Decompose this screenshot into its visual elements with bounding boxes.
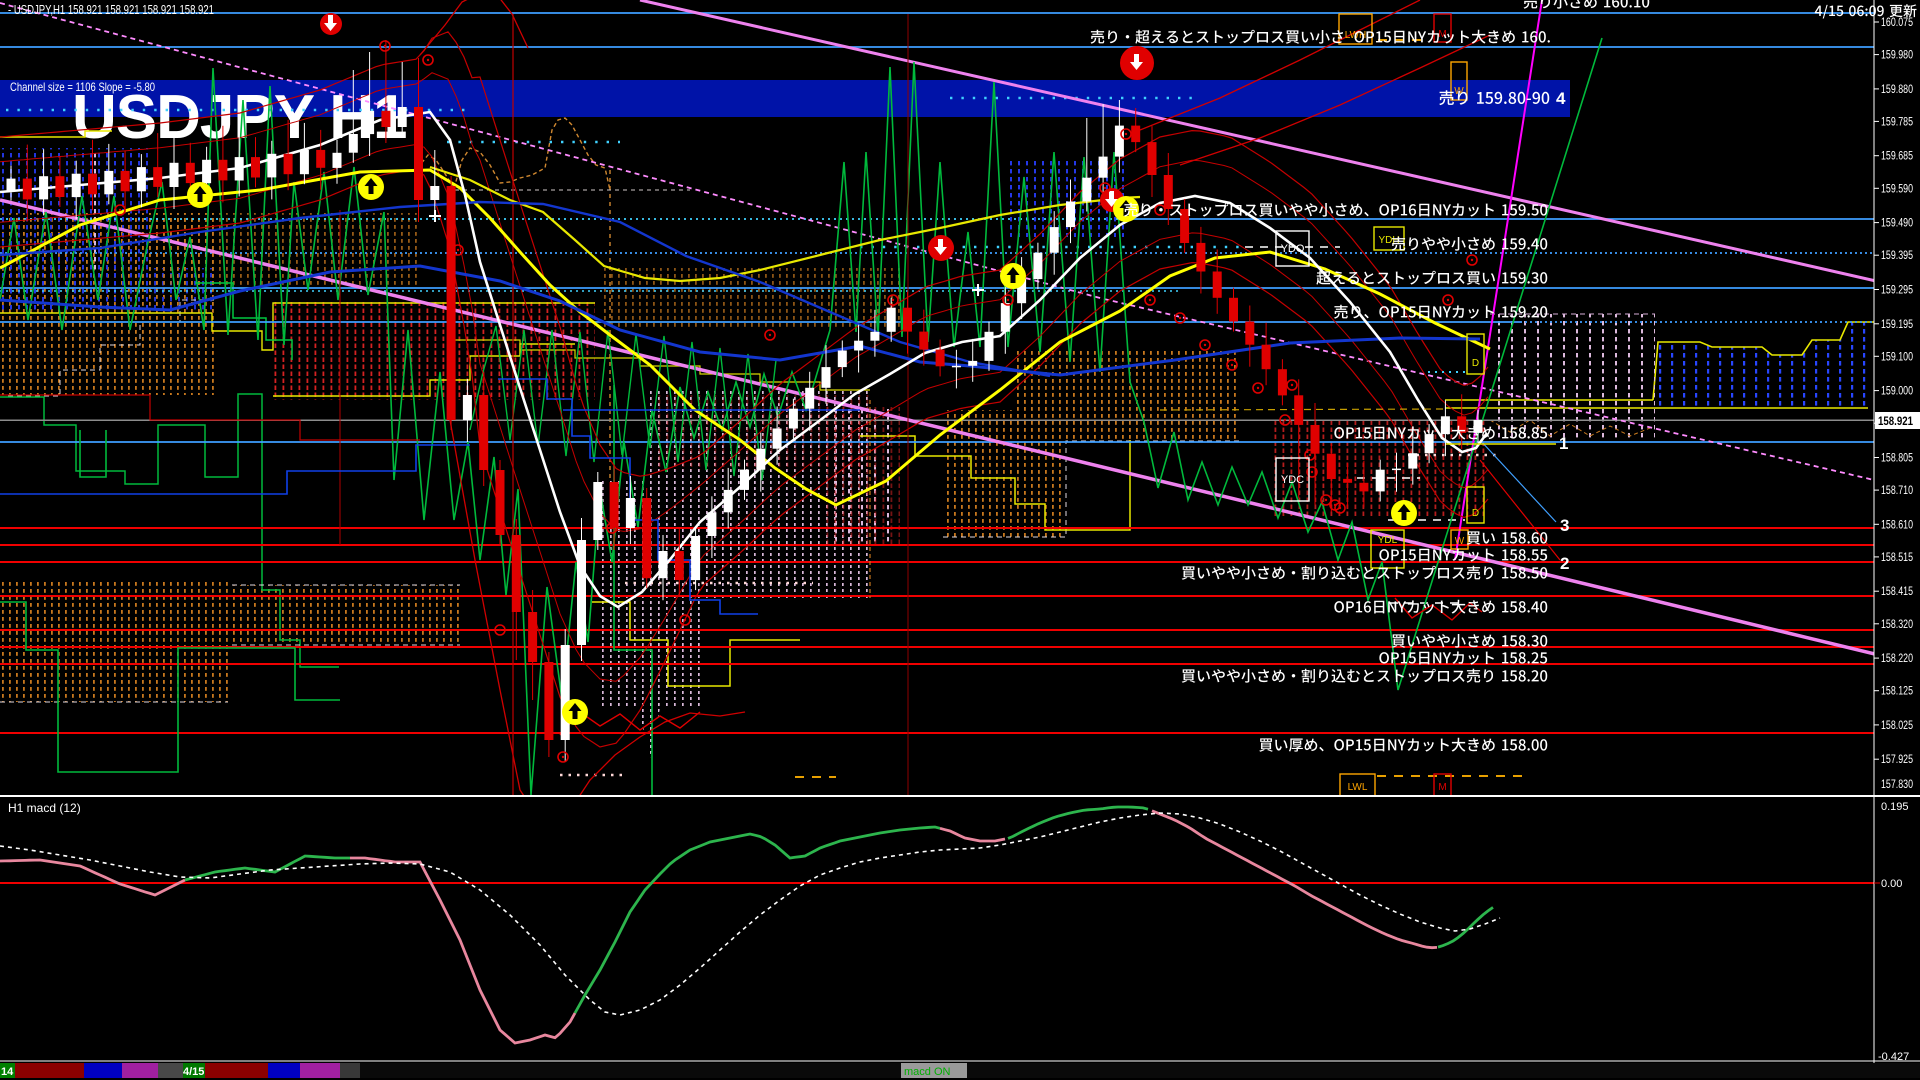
svg-text:LWL: LWL (1348, 782, 1368, 793)
svg-text:159.000: 159.000 (1881, 386, 1913, 398)
svg-text:159.785: 159.785 (1881, 116, 1913, 128)
svg-text:3: 3 (1560, 516, 1569, 535)
svg-text:158.610: 158.610 (1881, 519, 1913, 531)
svg-text:W: W (1455, 536, 1465, 547)
svg-text:159.880: 159.880 (1881, 84, 1913, 96)
svg-text:158.125: 158.125 (1881, 686, 1913, 698)
svg-text:1: 1 (1559, 434, 1568, 453)
svg-text:14: 14 (1, 1066, 14, 1078)
svg-text:158.320: 158.320 (1881, 619, 1913, 631)
svg-text:0.195: 0.195 (1881, 801, 1909, 813)
svg-text:- USDJPY,H1 158.921 158.921 1: - USDJPY,H1 158.921 158.921 158.921 158.… (8, 3, 214, 17)
svg-text:159.490: 159.490 (1881, 218, 1913, 230)
svg-text:158.220: 158.220 (1881, 653, 1913, 665)
svg-text:Channel size = 1106 Slope = -5: Channel size = 1106 Slope = -5.80 (10, 80, 155, 94)
svg-text:158.025: 158.025 (1881, 720, 1913, 732)
svg-text:D: D (1472, 508, 1479, 519)
svg-text:159.980: 159.980 (1881, 50, 1913, 62)
svg-text:macd ON: macd ON (904, 1066, 951, 1078)
svg-text:0.00: 0.00 (1881, 878, 1902, 890)
svg-text:4: 4 (1556, 89, 1566, 108)
svg-text:159.100: 159.100 (1881, 351, 1913, 363)
svg-text:158.710: 158.710 (1881, 485, 1913, 497)
svg-text:YDC: YDC (1281, 474, 1304, 486)
svg-text:-0.427: -0.427 (1878, 1051, 1909, 1063)
svg-text:YDO: YDO (1281, 243, 1305, 255)
svg-text:159.395: 159.395 (1881, 250, 1913, 262)
svg-text:160.075: 160.075 (1881, 17, 1913, 29)
svg-text:157.925: 157.925 (1881, 754, 1913, 766)
svg-text:2: 2 (1560, 554, 1569, 573)
svg-text:D: D (1472, 358, 1479, 369)
svg-text:M: M (1438, 782, 1446, 793)
svg-text:158.805: 158.805 (1881, 453, 1913, 465)
svg-text:158.921: 158.921 (1878, 414, 1913, 428)
svg-text:159.195: 159.195 (1881, 319, 1913, 331)
svg-text:157.830: 157.830 (1881, 779, 1913, 791)
svg-text:M: M (1438, 29, 1446, 40)
svg-text:159.685: 159.685 (1881, 151, 1913, 163)
svg-text:H1 macd (12): H1 macd (12) (8, 801, 81, 815)
svg-text:159.295: 159.295 (1881, 285, 1913, 297)
svg-text:YDH: YDH (1378, 235, 1399, 246)
svg-text:4/15: 4/15 (183, 1066, 204, 1078)
svg-text:158.415: 158.415 (1881, 586, 1913, 598)
svg-text:YDL: YDL (1378, 535, 1398, 546)
svg-text:159.590: 159.590 (1881, 183, 1913, 195)
svg-text:158.515: 158.515 (1881, 552, 1913, 564)
